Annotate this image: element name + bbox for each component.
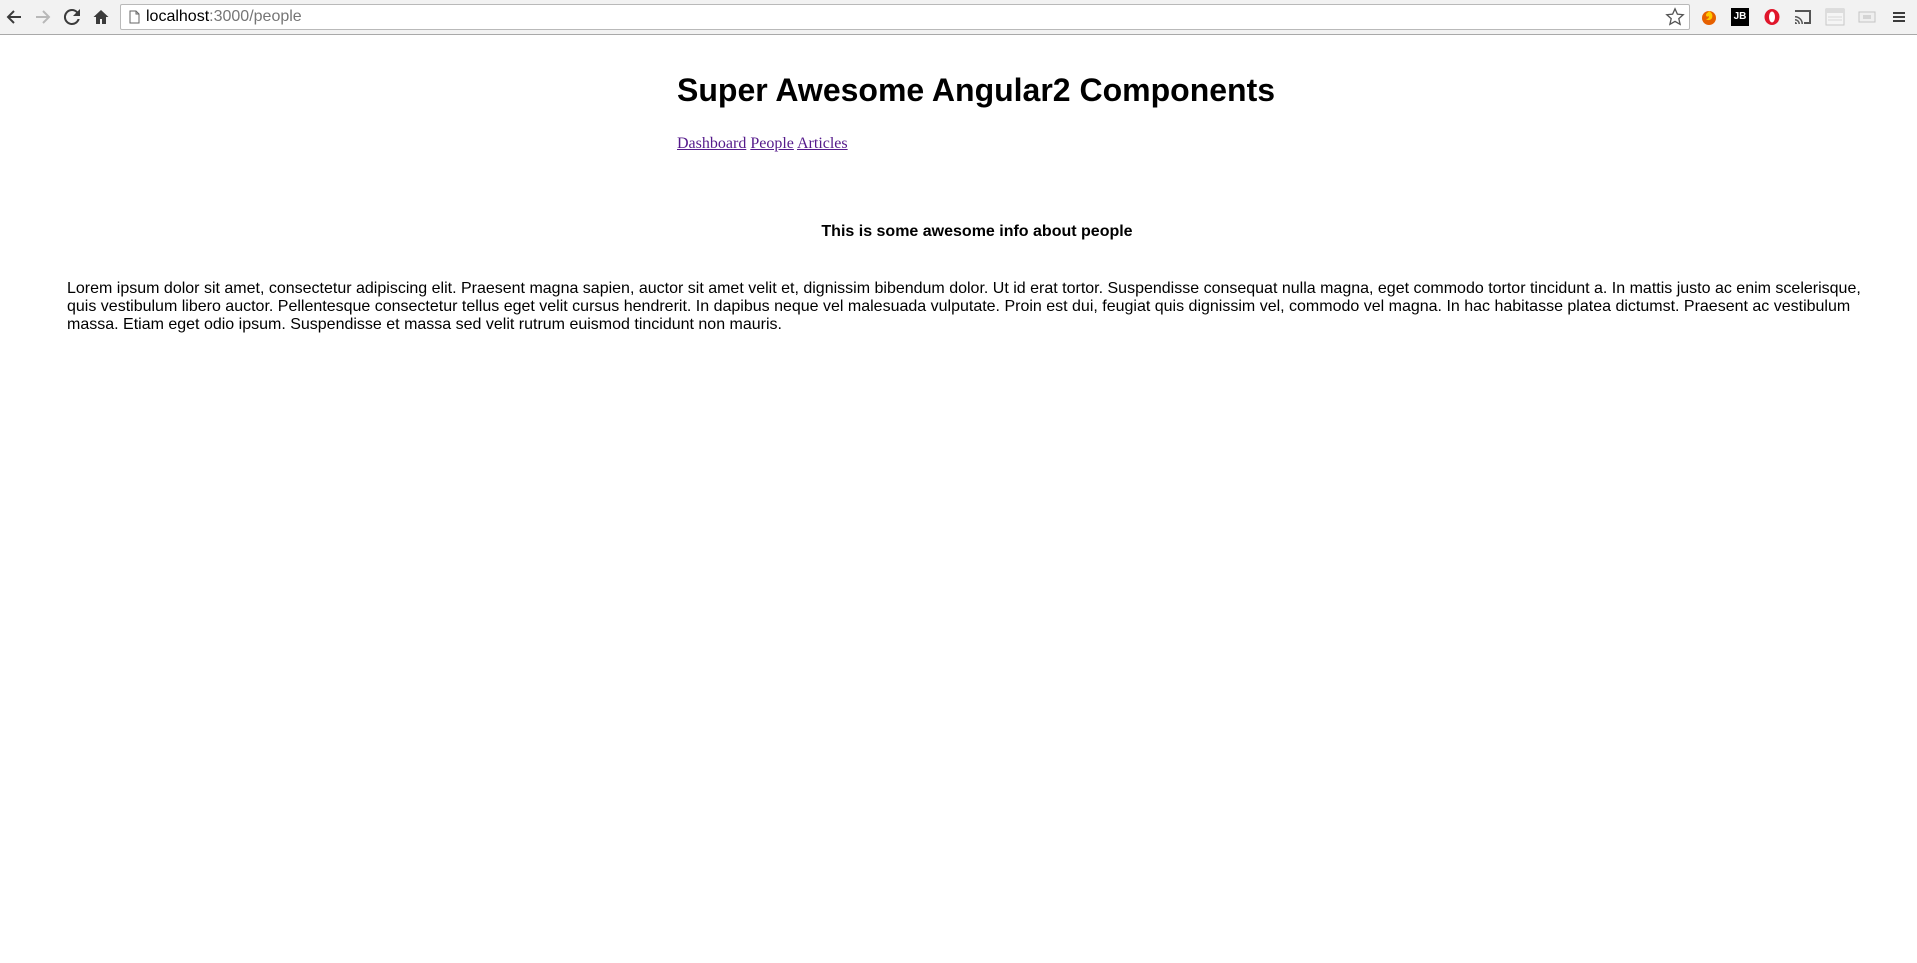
browser-toolbar: localhost:3000/people JB — [0, 0, 1917, 35]
nav-link-articles[interactable]: Articles — [797, 135, 848, 152]
url-host: localhost — [146, 8, 210, 25]
reload-icon[interactable] — [60, 5, 84, 29]
menu-icon[interactable] — [1889, 7, 1909, 27]
jetbrains-label: JB — [1731, 8, 1749, 26]
nav-link-dashboard[interactable]: Dashboard — [677, 135, 746, 152]
address-bar[interactable]: localhost:3000/people — [120, 4, 1690, 30]
firefox-extension-icon[interactable] — [1699, 7, 1719, 27]
jetbrains-extension-icon[interactable]: JB — [1730, 7, 1750, 27]
url-path: :3000/people — [209, 8, 302, 25]
opera-extension-icon[interactable] — [1762, 7, 1782, 27]
url-text[interactable]: localhost:3000/people — [146, 8, 302, 26]
back-icon[interactable] — [2, 5, 26, 29]
home-icon[interactable] — [89, 5, 113, 29]
bookmark-star-icon[interactable] — [1665, 7, 1685, 27]
nav-link-people[interactable]: People — [750, 135, 794, 152]
forward-icon[interactable] — [31, 5, 55, 29]
cast-icon[interactable] — [1793, 7, 1813, 27]
main-nav: Dashboard People Articles — [677, 135, 848, 153]
page-title: Super Awesome Angular2 Components — [677, 72, 1276, 108]
section-heading: This is some awesome info about people — [821, 223, 1133, 240]
screen-extension-icon[interactable] — [1857, 7, 1877, 27]
body-paragraph: Lorem ipsum dolor sit amet, consectetur … — [67, 280, 1861, 333]
page-icon — [129, 10, 140, 24]
window-extension-icon[interactable] — [1825, 7, 1845, 27]
